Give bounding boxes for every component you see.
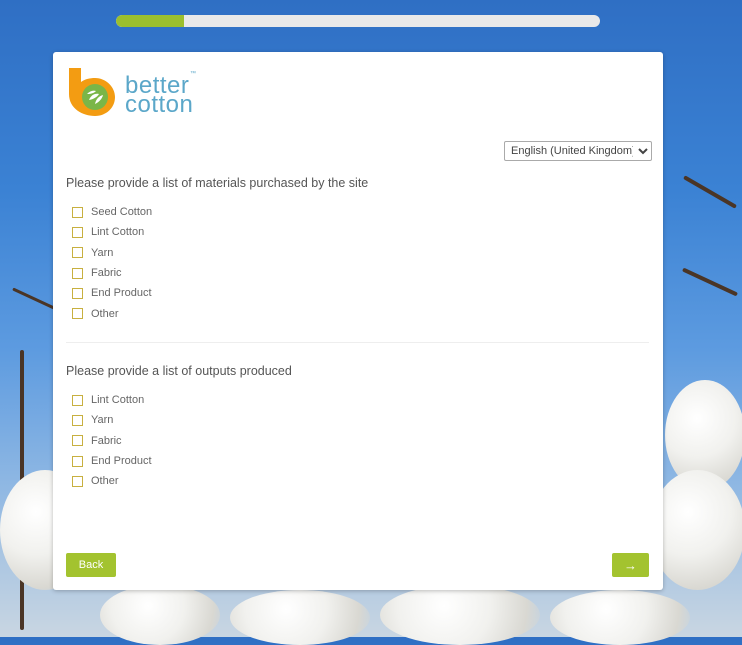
checkbox-label: Lint Cotton: [91, 394, 145, 407]
logo-line2: cotton: [125, 91, 194, 118]
survey-card: better cotton ™ English (United Kingdom)…: [53, 52, 663, 590]
next-arrow-button[interactable]: →: [612, 553, 649, 577]
back-button[interactable]: Back: [66, 553, 116, 577]
checkbox-option[interactable]: Seed Cotton: [72, 202, 152, 222]
logo-wordmark: better cotton: [125, 74, 194, 118]
checkbox[interactable]: [72, 267, 83, 279]
checkbox-option[interactable]: Yarn: [72, 410, 152, 430]
language-select[interactable]: English (United Kingdom): [504, 141, 652, 161]
checkbox-label: Other: [91, 307, 119, 320]
progress-fill: [116, 15, 184, 27]
section-divider: [66, 342, 649, 343]
checkbox-option[interactable]: Fabric: [72, 431, 152, 451]
checkbox-option[interactable]: End Product: [72, 283, 152, 303]
checkbox-option[interactable]: Lint Cotton: [72, 390, 152, 410]
checkbox-label: End Product: [91, 455, 152, 468]
checkbox[interactable]: [72, 287, 83, 299]
better-cotton-logo: better cotton ™: [67, 66, 197, 120]
checkbox-label: End Product: [91, 287, 152, 300]
checkbox[interactable]: [72, 308, 83, 320]
checkbox-label: Fabric: [91, 267, 122, 280]
checkbox-option[interactable]: Lint Cotton: [72, 222, 152, 242]
checkbox-label: Lint Cotton: [91, 226, 145, 239]
checkbox[interactable]: [72, 414, 83, 426]
progress-bar: [116, 15, 600, 27]
checkbox[interactable]: [72, 247, 83, 259]
checkbox-label: Other: [91, 475, 119, 488]
checkbox[interactable]: [72, 206, 83, 218]
checkbox[interactable]: [72, 226, 83, 238]
checkbox[interactable]: [72, 455, 83, 467]
checkbox-label: Yarn: [91, 414, 114, 427]
checkbox[interactable]: [72, 394, 83, 406]
checkbox[interactable]: [72, 435, 83, 447]
materials-options: Seed Cotton Lint Cotton Yarn Fabric End Prod…: [72, 202, 152, 324]
checkbox-label: Seed Cotton: [91, 206, 153, 219]
checkbox-option[interactable]: Other: [72, 303, 152, 323]
question-materials: Please provide a list of materials purch…: [66, 176, 369, 190]
checkbox-label: Yarn: [91, 246, 114, 259]
checkbox-option[interactable]: Other: [72, 471, 152, 491]
question-outputs: Please provide a list of outputs produce…: [66, 364, 292, 378]
checkbox-option[interactable]: Fabric: [72, 263, 152, 283]
outputs-options: Lint Cotton Yarn Fabric End Product Other: [72, 390, 152, 491]
checkbox-label: Fabric: [91, 434, 122, 447]
logo-mark-icon: [69, 68, 115, 116]
checkbox-option[interactable]: Yarn: [72, 243, 152, 263]
checkbox[interactable]: [72, 475, 83, 487]
trademark-symbol: ™: [190, 71, 196, 77]
checkbox-option[interactable]: End Product: [72, 451, 152, 471]
